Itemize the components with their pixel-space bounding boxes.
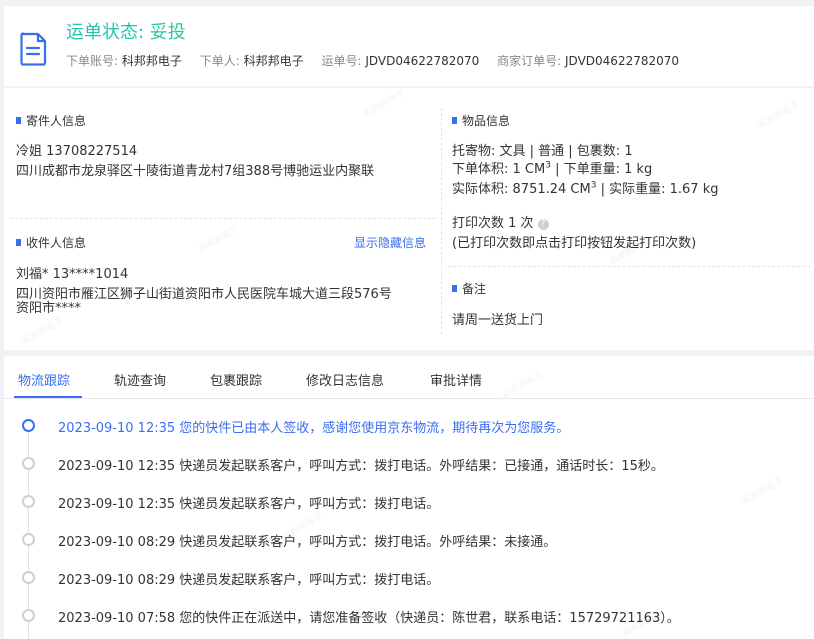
print-count: 打印次数 1 次?: [452, 212, 549, 231]
sender-name-phone: 冷姐 13708227514: [16, 144, 138, 159]
section-marker: [16, 117, 21, 124]
sender-address: 四川成都市龙泉驿区十陵街道青龙村7组388号博驰运业内聚联: [16, 164, 375, 179]
waybill-status: 运单状态: 妥投: [66, 22, 186, 43]
timeline-dot: [22, 495, 35, 508]
order-account-label: 下单账号:: [66, 54, 119, 68]
waybill-number-label: 运单号:: [321, 54, 362, 68]
receiver-name-phone: 刘福* 13****1014: [16, 267, 129, 282]
timeline-text: 快递员发起联系客户，呼叫方式：拨打电话。外呼结果：未接通。: [179, 535, 557, 550]
timeline-item: 2023-09-10 07:58 您的快件正在派送中，请您准备签收（快递员：陈世…: [58, 607, 680, 626]
merchant-order-value: JDVD04622782070: [565, 54, 680, 68]
goods-title-text: 物品信息: [462, 114, 511, 128]
goods-order-volume-weight: 下单体积: 1 CM3 | 下单重量: 1 kg: [452, 158, 652, 177]
timeline-text: 您的快件已由本人签收，感谢您使用京东物流，期待再次为您服务。: [179, 421, 570, 436]
timeline-dot: [22, 457, 35, 470]
timeline-text: 快递员发起联系客户，呼叫方式：拨打电话。外呼结果：已接通，通话时长：15秒。: [179, 459, 664, 474]
print-count-note: (已打印次数即点击打印按钮发起打印次数): [452, 236, 697, 251]
timeline-dot: [22, 609, 35, 622]
waybill-header: 运单状态: 妥投 下单账号: 科邦邦电子 下单人: 科邦邦电子 运单号: JDV…: [4, 6, 814, 86]
actual-weight: | 实际重量: 1.67 kg: [596, 182, 719, 197]
timeline-time: 2023-09-10 07:58: [58, 611, 176, 626]
timeline-dot: [22, 533, 35, 546]
timeline-dot: [22, 419, 35, 432]
receiver-address-line2: 资阳市****: [16, 301, 82, 316]
orderer-label: 下单人:: [199, 54, 240, 68]
remark-section-title: 备注: [452, 280, 486, 297]
timeline-item: 2023-09-10 12:35 您的快件已由本人签收，感谢您使用京东物流，期待…: [58, 417, 569, 436]
divider: [10, 218, 436, 219]
tab-change-log[interactable]: 修改日志信息: [306, 370, 384, 389]
tab-package-tracking[interactable]: 包裹跟踪: [210, 370, 262, 389]
remark-title-text: 备注: [462, 282, 487, 296]
waybill-meta: 下单账号: 科邦邦电子 下单人: 科邦邦电子 运单号: JDVD04622782…: [66, 52, 693, 69]
timeline-dot: [22, 571, 35, 584]
help-icon[interactable]: ?: [537, 219, 549, 230]
orderer-value: 科邦邦电子: [243, 54, 304, 68]
timeline-time: 2023-09-10 12:35: [58, 421, 176, 436]
divider: [441, 108, 442, 334]
receiver-section-title: 收件人信息: [16, 234, 86, 251]
document-icon: [20, 32, 47, 66]
sender-title-text: 寄件人信息: [26, 114, 87, 128]
shipment-info-card: 寄件人信息 冷姐 13708227514 四川成都市龙泉驿区十陵街道青龙村7组3…: [4, 88, 814, 350]
timeline-time: 2023-09-10 12:35: [58, 497, 176, 512]
actual-volume-label: 实际体积:: [452, 182, 509, 197]
tab-logistics-tracking[interactable]: 物流跟踪: [18, 370, 70, 389]
tab-approval-details[interactable]: 审批详情: [430, 370, 482, 389]
waybill-detail-page: 运单状态: 妥投 下单账号: 科邦邦电子 下单人: 科邦邦电子 运单号: JDV…: [0, 0, 814, 639]
tracking-card: 物流跟踪 轨迹查询 包裹跟踪 修改日志信息 审批详情 2023-09-10 12…: [4, 356, 814, 639]
order-volume-value: 1 CM: [512, 162, 546, 177]
tab-track-query[interactable]: 轨迹查询: [114, 370, 166, 389]
waybill-number-value: JDVD04622782070: [365, 54, 480, 68]
order-account-value: 科邦邦电子: [121, 54, 182, 68]
timeline-item: 2023-09-10 08:29 快递员发起联系客户，呼叫方式：拨打电话。外呼结…: [58, 531, 556, 550]
section-marker: [16, 239, 21, 246]
print-count-text: 打印次数 1 次: [452, 216, 534, 231]
divider: [448, 266, 810, 267]
show-hidden-info-link[interactable]: 显示隐藏信息: [354, 234, 426, 251]
timeline-text: 快递员发起联系客户，呼叫方式：拨打电话。: [179, 573, 440, 588]
timeline-time: 2023-09-10 08:29: [58, 573, 176, 588]
order-weight: | 下单重量: 1 kg: [550, 162, 653, 177]
tab-bar: 物流跟踪 轨迹查询 包裹跟踪 修改日志信息 审批详情: [4, 356, 814, 399]
timeline-item: 2023-09-10 12:35 快递员发起联系客户，呼叫方式：拨打电话。外呼结…: [58, 455, 664, 474]
remark-content: 请周一送货上门: [452, 313, 544, 328]
section-marker: [452, 285, 457, 292]
timeline-text: 快递员发起联系客户，呼叫方式：拨打电话。: [179, 497, 440, 512]
goods-consignment: 托寄物: 文具 | 普通 | 包裹数: 1: [452, 144, 633, 159]
timeline-item: 2023-09-10 12:35 快递员发起联系客户，呼叫方式：拨打电话。: [58, 493, 439, 512]
timeline-time: 2023-09-10 12:35: [58, 459, 176, 474]
active-tab-indicator: [14, 396, 82, 398]
receiver-title-text: 收件人信息: [26, 236, 87, 250]
timeline-item: 2023-09-10 08:29 快递员发起联系客户，呼叫方式：拨打电话。: [58, 569, 439, 588]
actual-volume-value: 8751.24 CM: [512, 182, 591, 197]
section-marker: [452, 117, 457, 124]
order-volume-label: 下单体积:: [452, 162, 509, 177]
timeline-text: 您的快件正在派送中，请您准备签收（快递员：陈世君，联系电话：1572972116…: [179, 611, 680, 626]
timeline-time: 2023-09-10 08:29: [58, 535, 176, 550]
merchant-order-label: 商家订单号:: [497, 54, 562, 68]
goods-section-title: 物品信息: [452, 112, 510, 129]
sender-section-title: 寄件人信息: [16, 112, 86, 129]
goods-actual-volume-weight: 实际体积: 8751.24 CM3 | 实际重量: 1.67 kg: [452, 178, 718, 197]
